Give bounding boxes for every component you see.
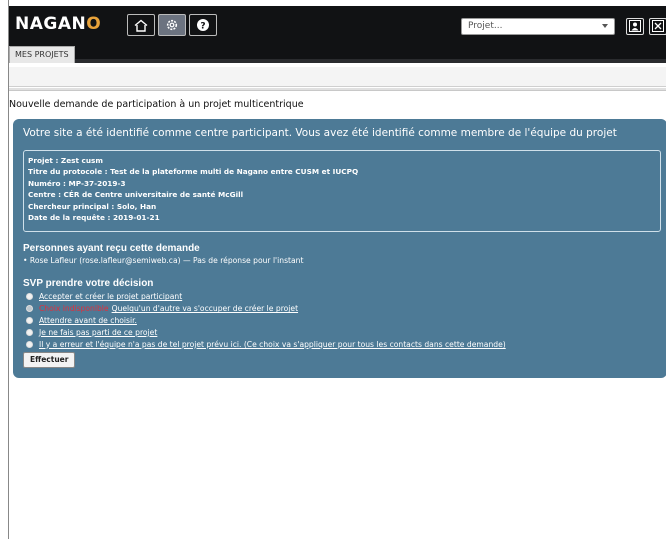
top-bar: NAGANO ? Projet... [9,6,666,43]
option-wait: Attendre avant de choisir. [26,315,506,327]
option-error-label[interactable]: Il y a erreur et l'équipe n'a pas de tel… [39,340,506,349]
help-icon: ? [196,18,210,32]
info-centre: Centre : CÉR de Centre universitaire de … [28,190,244,200]
option-not-part: Je ne fais pas parti de ce projet [26,326,506,338]
decision-options: Accepter et créer le projet participant … [26,291,506,350]
main-nav: ? [127,14,220,36]
logo-accent: O [86,14,102,34]
submit-button[interactable]: Effectuer [23,352,76,368]
project-info-box: Projet : Zest cusm Titre du protocole : … [23,150,661,232]
recipient-item: • Rose Lafleur (rose.lafleur@semiweb.ca)… [23,256,304,265]
option-not-part-label[interactable]: Je ne fais pas parti de ce projet [39,328,157,337]
radio-not-part[interactable] [26,328,33,336]
user-icon [629,17,641,36]
page-title: Nouvelle demande de participation à un p… [9,99,304,110]
radio-accept[interactable] [26,293,33,301]
home-button[interactable] [127,14,155,36]
option-wait-label[interactable]: Attendre avant de choisir. [39,316,137,325]
close-button[interactable] [649,18,666,35]
svg-text:?: ? [200,22,205,32]
decision-title: SVP prendre votre décision [23,278,154,289]
info-principal-investigator: Chercheur principal : Solo, Han [28,201,157,211]
radio-wait[interactable] [26,316,33,324]
option-accept-label[interactable]: Accepter et créer le projet participant [39,292,182,301]
project-select[interactable]: Projet... [461,18,615,35]
settings-button[interactable] [158,14,186,36]
logo-text: NAGAN [15,14,87,34]
info-number: Numéro : MP-37-2019-3 [28,178,126,188]
sub-toolbar [9,67,666,87]
radio-someone-else [26,305,33,313]
panel-heading: Votre site a été identifié comme centre … [23,127,617,139]
info-request-date: Date de la requête : 2019-01-21 [28,213,160,223]
info-project: Projet : Zest cusm [28,156,103,165]
divider [9,88,666,91]
home-icon [134,19,148,32]
tab-mes-projets[interactable]: MES PROJETS [9,46,75,63]
option-someone-else-label: Quelqu'un d'autre va s'occuper de créer … [111,304,299,314]
close-icon [652,17,664,36]
user-button[interactable] [626,18,644,35]
help-button[interactable]: ? [189,14,217,36]
option-error: Il y a erreur et l'équipe n'a pas de tel… [26,338,506,350]
option-accept: Accepter et créer le projet participant [26,291,506,303]
info-protocol-title: Titre du protocole : Test de la platefor… [28,167,359,177]
option-someone-else: Choix indisponible Quelqu'un d'autre va … [26,303,506,315]
recipients-title: Personnes ayant reçu cette demande [23,243,200,254]
chevron-down-icon [602,24,608,28]
project-select-placeholder: Projet... [468,21,503,31]
app-logo[interactable]: NAGANO [15,14,101,34]
app-frame: NAGANO ? Projet... MES PROJETS Nouvelle … [8,0,666,539]
request-panel: Votre site a été identifié comme centre … [13,119,666,378]
radio-error[interactable] [26,340,33,348]
tab-strip: MES PROJETS [9,43,666,63]
gear-icon [165,18,179,32]
unavailable-badge: Choix indisponible [39,304,109,314]
